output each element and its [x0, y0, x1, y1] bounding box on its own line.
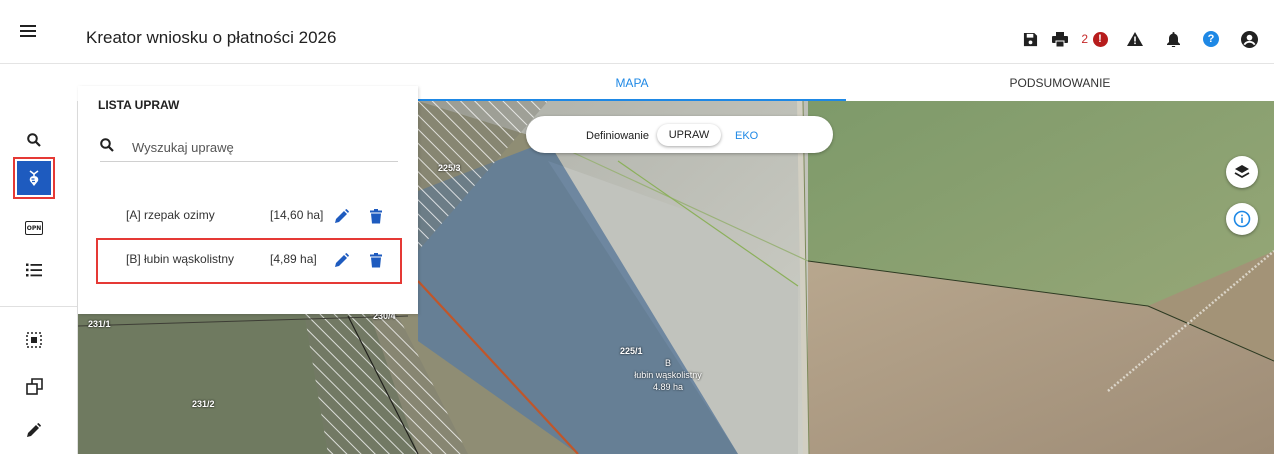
crop-item-area: [4,89 ha]	[270, 252, 317, 266]
app-title: Kreator wniosku o płatności 2026	[86, 28, 337, 47]
warning-icon[interactable]	[1120, 27, 1150, 51]
crop-area: 4.89 ha	[652, 382, 684, 392]
toggle-eko-button[interactable]: EKO	[735, 130, 758, 142]
error-icon: !	[1092, 31, 1108, 47]
search-icon[interactable]	[17, 123, 51, 157]
list-icon[interactable]	[17, 253, 51, 287]
crop-code: B	[664, 358, 671, 368]
crop-list-item-selected[interactable]: [B] łubin wąskolistny [4,89 ha]	[96, 238, 402, 284]
layers-button[interactable]	[1226, 156, 1258, 188]
select-area-icon[interactable]	[17, 323, 51, 357]
left-toolbar: OPN	[0, 101, 78, 454]
opn-icon: OPN	[25, 221, 43, 235]
info-button[interactable]	[1226, 203, 1258, 235]
tab-podsumowanie[interactable]: PODSUMOWANIE	[846, 64, 1274, 101]
layers-icon	[1234, 165, 1250, 179]
parcel-label: 231/2	[192, 399, 215, 409]
definition-toggle: Definiowanie UPRAW EKO	[526, 116, 833, 153]
crop-icon	[17, 161, 51, 195]
edit-pencil-icon[interactable]	[332, 206, 352, 226]
toggle-upraw-button[interactable]: UPRAW	[657, 124, 721, 146]
search-icon	[100, 138, 114, 157]
crop-parcel-number: 225/1	[620, 346, 643, 356]
tab-mapa[interactable]: MAPA	[418, 64, 846, 101]
help-icon[interactable]: ?	[1196, 27, 1226, 51]
delete-trash-icon[interactable]	[366, 250, 386, 270]
crop-list-panel: LISTA UPRAW [A] rzepak ozimy [14,60 ha] …	[78, 86, 418, 314]
crop-item-area: [14,60 ha]	[270, 208, 324, 222]
delete-trash-icon[interactable]	[366, 206, 386, 226]
crop-item-name: [A] rzepak ozimy	[126, 208, 215, 222]
definition-label: Definiowanie	[586, 130, 649, 142]
errors-button[interactable]: !	[1090, 27, 1110, 51]
save-icon[interactable]	[1015, 27, 1045, 51]
main-tabs: MAPA PODSUMOWANIE	[418, 64, 1274, 101]
crop-search-input[interactable]	[132, 138, 382, 156]
crop-item-name: [B] łubin wąskolistny	[126, 252, 235, 266]
hamburger-menu-icon[interactable]	[20, 22, 42, 42]
crop-search	[100, 138, 398, 162]
print-icon[interactable]	[1045, 27, 1075, 51]
crop-list-title: LISTA UPRAW	[98, 98, 180, 112]
toolbar-divider	[0, 306, 78, 307]
info-icon	[1233, 210, 1251, 228]
layers-copy-icon[interactable]	[17, 369, 51, 403]
error-count: 2	[1081, 32, 1088, 46]
crop-name: łubin wąskolistny	[634, 370, 702, 380]
bell-icon[interactable]	[1158, 27, 1188, 51]
parcel-label: 225/3	[438, 163, 461, 173]
parcel-label: 231/1	[88, 319, 111, 329]
crop-list-button[interactable]	[13, 157, 55, 199]
crop-list-item[interactable]: [A] rzepak ozimy [14,60 ha]	[96, 194, 402, 238]
crop-map-label: 225/1 B łubin wąskolistny 4.89 ha	[608, 345, 728, 393]
toolbar: 2 ! ?	[1015, 27, 1264, 51]
edit-pencil-icon[interactable]	[332, 250, 352, 270]
user-account-icon[interactable]	[1234, 27, 1264, 51]
pencil-icon[interactable]	[17, 413, 51, 447]
app-bar: Kreator wniosku o płatności 2026 2 ! ?	[0, 0, 1274, 64]
opn-button[interactable]: OPN	[17, 211, 51, 245]
